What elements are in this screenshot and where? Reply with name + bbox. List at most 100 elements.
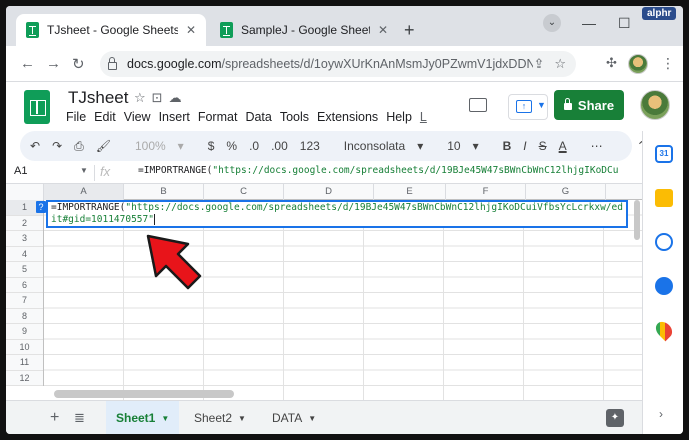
star-icon[interactable]: ☆	[134, 90, 152, 105]
sheet-tab-data[interactable]: DATA ▼	[262, 401, 326, 434]
chevron-down-icon[interactable]: ▼	[238, 414, 246, 423]
select-all-corner[interactable]	[6, 184, 44, 200]
share-label: Share	[577, 97, 615, 113]
row-header[interactable]: 6	[6, 278, 43, 293]
menu-insert[interactable]: Insert	[159, 110, 196, 124]
column-header-c[interactable]: C	[204, 184, 284, 200]
decrease-decimal-button[interactable]: .0	[249, 139, 259, 153]
menu-extensions[interactable]: Extensions	[317, 110, 384, 124]
share-button[interactable]: Share	[554, 90, 624, 120]
horizontal-scrollbar[interactable]	[54, 390, 234, 398]
share-page-icon[interactable]: ⇪	[533, 56, 544, 72]
column-header-g[interactable]: G	[526, 184, 606, 200]
italic-button[interactable]: I	[523, 139, 526, 153]
contacts-icon[interactable]	[655, 277, 673, 295]
percent-format-button[interactable]: %	[226, 139, 237, 153]
menu-tools[interactable]: Tools	[280, 110, 315, 124]
account-avatar[interactable]	[640, 90, 670, 120]
column-header-e[interactable]: E	[374, 184, 446, 200]
row-header[interactable]: 12	[6, 371, 43, 386]
minimize-icon[interactable]: —	[582, 15, 596, 31]
lock-icon	[563, 98, 572, 110]
column-header-f[interactable]: F	[446, 184, 526, 200]
font-size-select[interactable]: 10	[447, 139, 460, 153]
all-sheets-menu-icon[interactable]: ≣	[74, 410, 85, 426]
menu-view[interactable]: View	[124, 110, 157, 124]
menu-edit[interactable]: Edit	[94, 110, 122, 124]
font-family-select[interactable]: Inconsolata	[344, 139, 405, 153]
row-header[interactable]: 5	[6, 262, 43, 278]
new-tab-button[interactable]: +	[404, 20, 415, 41]
number-format-select[interactable]: 123	[300, 139, 320, 153]
row-header[interactable]: 10	[6, 340, 43, 355]
browser-menu-icon[interactable]: ⋮	[661, 55, 675, 72]
column-header-a[interactable]: A	[44, 184, 124, 200]
menu-format[interactable]: Format	[198, 110, 244, 124]
cell-editor-a1[interactable]: =IMPORTRANGE("https://docs.google.com/sp…	[46, 200, 628, 228]
row-header[interactable]: 8	[6, 309, 43, 324]
row-header[interactable]: 9	[6, 324, 43, 340]
tab-strip: TJsheet - Google Sheets ✕ SampleJ - Goog…	[6, 6, 683, 46]
close-tab-icon[interactable]: ✕	[378, 23, 388, 37]
sheet-tab-sheet2[interactable]: Sheet2 ▼	[184, 401, 256, 434]
red-arrow-annotation	[146, 234, 202, 290]
cloud-status-icon[interactable]: ☁	[169, 90, 188, 105]
increase-decimal-button[interactable]: .00	[271, 139, 288, 153]
row-header[interactable]: 7	[6, 293, 43, 309]
bold-button[interactable]: B	[503, 139, 512, 153]
more-options-icon[interactable]: ⋯	[591, 139, 603, 153]
column-header-b[interactable]: B	[124, 184, 204, 200]
last-edit-link[interactable]: L	[420, 110, 433, 124]
keep-icon[interactable]	[655, 189, 673, 207]
profile-avatar[interactable]	[628, 54, 648, 74]
menu-data[interactable]: Data	[245, 110, 277, 124]
paint-format-icon[interactable]: 🖌︎	[96, 139, 111, 153]
formula-help-icon[interactable]: ?	[36, 201, 46, 213]
row-header[interactable]: 3	[6, 231, 43, 247]
calendar-icon[interactable]: 31	[655, 145, 673, 163]
strikethrough-button[interactable]: S	[539, 139, 547, 153]
chevron-right-icon[interactable]: ›	[659, 407, 663, 421]
formula-input[interactable]: =IMPORTRANGE("https://docs.google.com/sp…	[138, 165, 618, 176]
chevron-down-icon[interactable]: ▼	[161, 414, 169, 423]
document-title[interactable]: TJsheet	[68, 88, 128, 108]
currency-format-button[interactable]: $	[208, 139, 215, 153]
name-box[interactable]: A1	[14, 165, 27, 177]
text-color-button[interactable]: A	[559, 139, 567, 153]
redo-icon[interactable]: ↷	[52, 139, 62, 153]
undo-icon[interactable]: ↶	[30, 139, 40, 153]
add-sheet-button[interactable]: +	[50, 409, 59, 427]
row-header[interactable]: 11	[6, 355, 43, 371]
move-folder-icon[interactable]: ⊡	[152, 90, 169, 105]
zoom-select[interactable]: 100%	[135, 139, 166, 153]
vertical-scrollbar[interactable]	[634, 200, 640, 240]
print-icon[interactable]: ⎙	[74, 139, 84, 154]
browser-tab-tjsheet[interactable]: TJsheet - Google Sheets ✕	[16, 14, 206, 46]
bookmark-star-icon[interactable]: ☆	[554, 56, 566, 72]
menu-help[interactable]: Help	[386, 110, 418, 124]
explore-icon[interactable]: ✦	[606, 409, 624, 427]
reload-icon[interactable]: ↻	[72, 55, 85, 73]
extensions-puzzle-icon[interactable]: ✣	[606, 55, 617, 71]
maximize-icon[interactable]: ☐	[618, 15, 631, 32]
present-button[interactable]: ↑ ▼	[508, 94, 548, 120]
sheets-logo-icon[interactable]	[24, 90, 50, 124]
back-arrow-icon[interactable]: ←	[20, 55, 35, 72]
close-tab-icon[interactable]: ✕	[186, 23, 196, 37]
forward-arrow-icon[interactable]: →	[46, 55, 61, 72]
maps-icon[interactable]	[652, 318, 676, 342]
row-header[interactable]: 2	[6, 216, 43, 231]
tab-search-icon[interactable]: ⌄	[543, 14, 561, 32]
chevron-down-icon[interactable]: ▼	[308, 414, 316, 423]
url-bar[interactable]: docs.google.com/spreadsheets/d/1oywXUrKn…	[100, 51, 576, 77]
comment-history-icon[interactable]	[469, 98, 487, 112]
tasks-icon[interactable]	[655, 233, 673, 251]
menu-file[interactable]: File	[66, 110, 92, 124]
sheet-tab-sheet1[interactable]: Sheet1 ▼	[106, 401, 180, 434]
cell-area[interactable]	[44, 200, 642, 400]
spreadsheet-grid: A B C D E F G 1 2 3 4 5 6 7 8 9 10 11 12…	[6, 184, 642, 400]
row-header[interactable]: 4	[6, 247, 43, 262]
browser-tab-samplej[interactable]: SampleJ - Google Sheets ✕	[210, 14, 398, 46]
sheets-header: TJsheet ☆⊡☁ File Edit View Insert Format…	[6, 82, 683, 134]
column-header-d[interactable]: D	[284, 184, 374, 200]
